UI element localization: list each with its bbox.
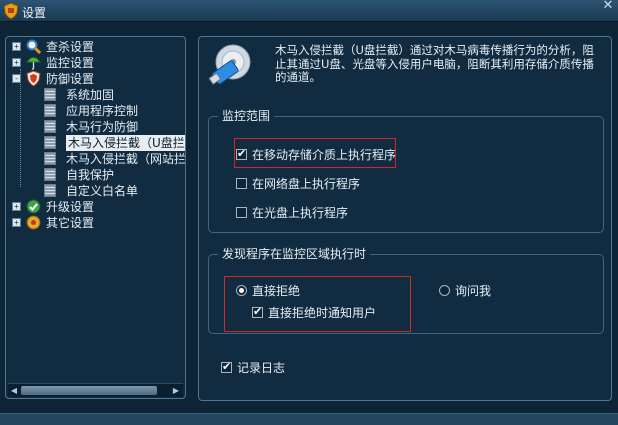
expand-icon[interactable]: + xyxy=(12,42,21,51)
tree-label: 自我保护 xyxy=(66,168,115,182)
tree-label: 系统加固 xyxy=(66,88,115,102)
feature-description: 木马入侵拦截（U盘拦截）通过对木马病毒传播行为的分析，阻止其通过U盘、光盘等入侵… xyxy=(275,43,594,84)
tree-item-scan-settings[interactable]: + 查杀设置 xyxy=(6,39,185,55)
monitor-scope-group: 监控范围 在移动存储介质上执行程序 在网络盘上执行程序 在光盘上执行程序 xyxy=(208,109,604,233)
tree-label: 木马入侵拦截（网站拦 xyxy=(66,152,186,166)
title-bar: 设置 ✕ xyxy=(0,0,618,22)
window-title: 设置 xyxy=(22,6,47,20)
tree-item-usb-intercept[interactable]: 木马入侵拦截（U盘拦截 xyxy=(44,135,185,151)
group-title: 监控范围 xyxy=(218,109,275,124)
horizontal-scrollbar[interactable]: ◀ ▶ xyxy=(8,383,183,397)
option-optical-disc[interactable]: 在光盘上执行程序 xyxy=(236,205,386,221)
option-label: 在光盘上执行程序 xyxy=(252,206,349,220)
close-button[interactable]: ✕ xyxy=(598,0,618,14)
app-shield-icon xyxy=(4,3,18,19)
collapse-icon[interactable]: - xyxy=(12,74,21,83)
tree-item-trojan-behavior[interactable]: 木马行为防御 xyxy=(44,119,185,135)
page-icon xyxy=(44,152,56,165)
scroll-thumb[interactable] xyxy=(21,386,157,395)
tree-label: 木马行为防御 xyxy=(66,120,139,134)
expand-icon[interactable]: + xyxy=(12,202,21,211)
usb-drive-icon xyxy=(208,44,251,85)
highlight-box xyxy=(234,138,396,168)
page-icon xyxy=(44,168,56,181)
option-label: 在网络盘上执行程序 xyxy=(252,177,361,191)
page-icon xyxy=(44,136,56,149)
tree-label: 升级设置 xyxy=(46,200,95,214)
umbrella-icon xyxy=(26,57,41,70)
settings-content: 木马入侵拦截（U盘拦截）通过对木马病毒传播行为的分析，阻止其通过U盘、光盘等入侵… xyxy=(198,36,612,401)
checkbox[interactable] xyxy=(236,207,247,218)
tree-label: 自定义白名单 xyxy=(66,184,139,198)
checkbox[interactable] xyxy=(221,360,232,373)
upgrade-globe-icon xyxy=(26,199,41,214)
scan-shield-icon xyxy=(26,39,41,54)
tree-label: 木马入侵拦截（U盘拦截 xyxy=(66,135,185,151)
tree-item-upgrade-settings[interactable]: + 升级设置 xyxy=(6,199,185,215)
radio-ask-me[interactable]: 询问我 xyxy=(439,283,519,299)
highlight-box xyxy=(224,276,411,332)
other-settings-icon xyxy=(26,215,41,230)
tree-label: 监控设置 xyxy=(46,56,95,70)
expand-icon[interactable]: + xyxy=(12,218,21,227)
tree-label: 防御设置 xyxy=(46,72,95,86)
tree-item-whitelist[interactable]: 自定义白名单 xyxy=(44,183,185,199)
defense-shield-icon xyxy=(26,71,41,86)
tree-item-self-protect[interactable]: 自我保护 xyxy=(44,167,185,183)
expand-icon[interactable]: + xyxy=(12,58,21,67)
page-icon xyxy=(44,104,56,117)
settings-tree: + 查杀设置 + 监控设置 - 防御设置 系统加固 应用程序控制 木马行为防御 xyxy=(5,36,186,399)
tree-item-other-settings[interactable]: + 其它设置 xyxy=(6,215,185,231)
bottom-bar xyxy=(0,413,618,425)
option-label: 询问我 xyxy=(455,284,492,298)
tree-label: 应用程序控制 xyxy=(66,104,139,118)
option-network-drive[interactable]: 在网络盘上执行程序 xyxy=(236,176,396,192)
page-icon xyxy=(44,120,56,133)
tree-label: 查杀设置 xyxy=(46,40,95,54)
tree-label: 其它设置 xyxy=(46,216,95,230)
scroll-right-arrow-icon[interactable]: ▶ xyxy=(171,385,181,396)
option-record-log[interactable]: 记录日志 xyxy=(221,360,301,376)
checkbox[interactable] xyxy=(236,178,247,189)
radio-button[interactable] xyxy=(439,285,450,296)
tree-item-app-control[interactable]: 应用程序控制 xyxy=(44,103,185,119)
page-icon xyxy=(44,88,56,101)
scroll-left-arrow-icon[interactable]: ◀ xyxy=(9,385,19,396)
group-title: 发现程序在监控区域执行时 xyxy=(218,247,371,262)
tree-item-defense-settings[interactable]: - 防御设置 xyxy=(6,71,185,87)
page-icon xyxy=(44,184,56,197)
tree-item-web-intercept[interactable]: 木马入侵拦截（网站拦 xyxy=(44,151,186,167)
tree-item-system-hardening[interactable]: 系统加固 xyxy=(44,87,185,103)
tree-item-monitor-settings[interactable]: + 监控设置 xyxy=(6,55,185,71)
option-label: 记录日志 xyxy=(237,361,286,375)
